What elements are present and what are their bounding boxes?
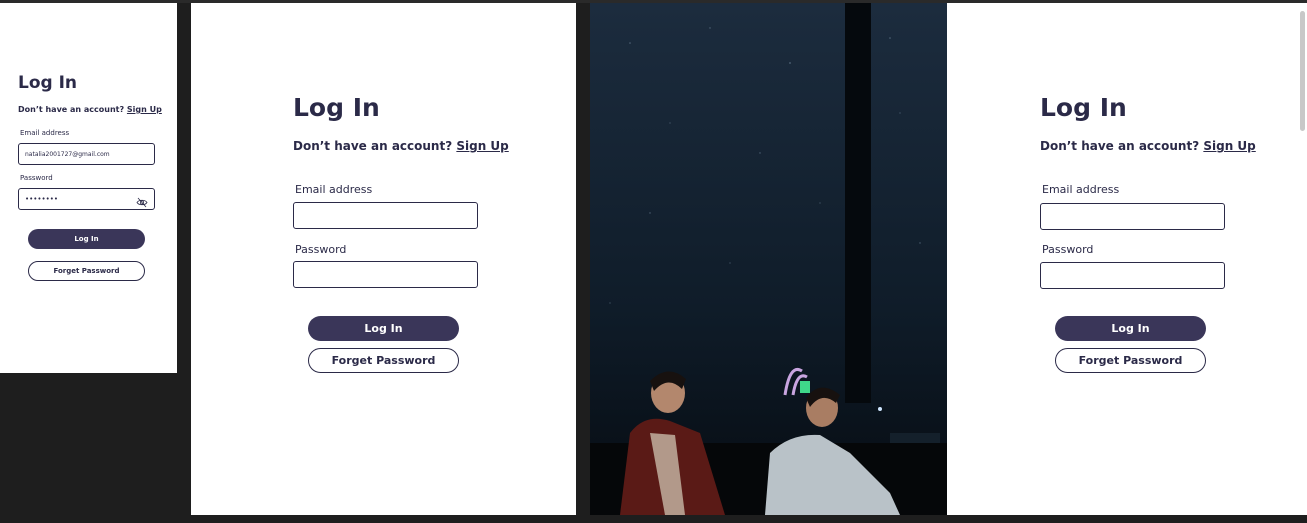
login-button[interactable]: Log In [308, 316, 459, 341]
eye-off-icon[interactable] [136, 193, 148, 208]
password-field[interactable] [18, 188, 155, 210]
signup-link[interactable]: Sign Up [456, 139, 508, 153]
scrollbar-thumb[interactable] [1300, 11, 1305, 131]
login-button[interactable]: Log In [1055, 316, 1206, 341]
login-frame-large: Log In Don’t have an account? Sign Up Em… [947, 3, 1307, 515]
password-label: Password [1042, 243, 1094, 256]
email-label: Email address [20, 129, 70, 137]
email-label: Email address [295, 183, 373, 196]
hero-photo [590, 3, 947, 515]
page-title: Log In [293, 93, 380, 122]
password-field[interactable] [1040, 262, 1225, 289]
login-button[interactable]: Log In [28, 229, 145, 249]
no-account-text: Don’t have an account? [1040, 139, 1200, 153]
login-frame-medium: Log In Don’t have an account? Sign Up Em… [191, 3, 576, 515]
signup-prompt: Don’t have an account? Sign Up [1040, 139, 1256, 153]
signup-prompt: Don’t have an account? Sign Up [18, 105, 162, 114]
forget-password-button[interactable]: Forget Password [308, 348, 459, 373]
signup-link[interactable]: Sign Up [1203, 139, 1255, 153]
password-field[interactable] [293, 261, 478, 288]
night-scene-illustration [590, 3, 947, 515]
login-frame-small: Log In Don’t have an account? Sign Up Em… [0, 3, 177, 373]
signup-link[interactable]: Sign Up [127, 105, 162, 114]
forget-password-button[interactable]: Forget Password [28, 261, 145, 281]
email-label: Email address [1042, 183, 1120, 196]
email-field[interactable] [1040, 203, 1225, 230]
no-account-text: Don’t have an account? [18, 105, 125, 114]
password-label: Password [20, 174, 53, 182]
signup-prompt: Don’t have an account? Sign Up [293, 139, 509, 153]
email-field[interactable] [293, 202, 478, 229]
email-field[interactable] [18, 143, 155, 165]
page-title: Log In [1040, 93, 1127, 122]
forget-password-button[interactable]: Forget Password [1055, 348, 1206, 373]
password-label: Password [295, 243, 347, 256]
no-account-text: Don’t have an account? [293, 139, 453, 153]
page-title: Log In [18, 73, 78, 93]
